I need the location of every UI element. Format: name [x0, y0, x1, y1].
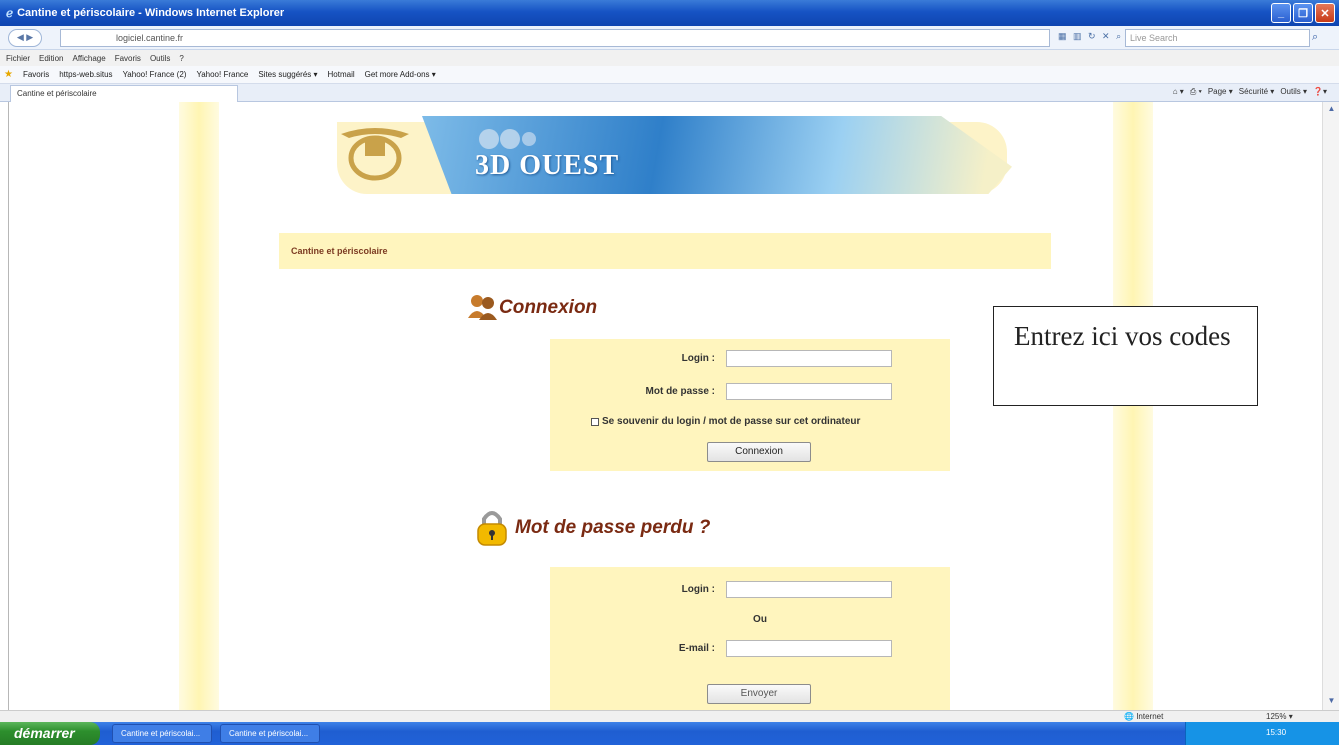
password-input[interactable]: [726, 383, 892, 400]
remember-checkbox-row[interactable]: Se souvenir du login / mot de passe sur …: [591, 416, 860, 427]
search-input[interactable]: Live Search: [1125, 29, 1310, 47]
site-banner: 3D OUEST: [327, 116, 1012, 196]
email-input[interactable]: [726, 640, 892, 657]
company-logo-icon: [341, 128, 409, 181]
taskbar: démarrer Cantine et périscolai... Cantin…: [0, 722, 1339, 745]
zoom-label: 125%: [1266, 712, 1287, 721]
scroll-down-icon[interactable]: ▼: [1323, 696, 1339, 708]
zoom-level[interactable]: 125% ▾: [1266, 712, 1293, 721]
menu-item-affichage[interactable]: Affichage: [72, 54, 105, 63]
taskbar-item-2[interactable]: Cantine et périscolai...: [220, 724, 320, 743]
or-label: Ou: [753, 614, 767, 625]
print-icon[interactable]: ⎙ ▾: [1190, 87, 1202, 97]
maximize-button[interactable]: ❐: [1293, 3, 1313, 23]
favorite-link-5[interactable]: Hotmail: [328, 70, 355, 79]
decor-band-left: [179, 102, 219, 710]
tab-label: Cantine et périscolaire: [17, 89, 97, 98]
menu-bar: Fichier Edition Affichage Favoris Outils…: [0, 50, 1339, 66]
window-titlebar: ℯ Cantine et périscolaire - Windows Inte…: [0, 0, 1339, 26]
cmd-security[interactable]: Sécurité ▾: [1239, 87, 1275, 97]
cmd-tools[interactable]: Outils ▾: [1280, 87, 1307, 97]
favorite-link-6[interactable]: Get more Add-ons ▾: [365, 70, 436, 79]
taskbar-item-label: Cantine et périscolai...: [229, 729, 309, 738]
lost-login-label: Login :: [681, 584, 715, 595]
cmd-page[interactable]: Page ▾: [1208, 87, 1233, 97]
address-toolbar: ◀ ▶ logiciel.cantine.fr ▦ ▥ ↻ ✕ ⌕ Live S…: [0, 26, 1339, 50]
banner-circles-icon: [479, 129, 536, 149]
zone-label: Internet: [1136, 712, 1164, 721]
login-label: Login :: [681, 353, 715, 364]
decor-band-right: [1113, 102, 1153, 710]
login-input[interactable]: [726, 350, 892, 367]
window-title: Cantine et périscolaire - Windows Intern…: [17, 7, 285, 19]
app-title: Cantine et périscolaire: [291, 246, 388, 256]
vertical-scrollbar[interactable]: ▲ ▼: [1322, 102, 1339, 710]
taskbar-item-label: Cantine et périscolai...: [121, 729, 201, 738]
annotation-note: Entrez ici vos codes: [993, 306, 1258, 406]
menu-item-help[interactable]: ?: [179, 54, 183, 63]
envoyer-button[interactable]: Envoyer: [707, 684, 811, 704]
status-bar: 🌐 Internet 125% ▾: [0, 710, 1339, 722]
close-button[interactable]: ✕: [1315, 3, 1335, 23]
menu-item-outils[interactable]: Outils: [150, 54, 170, 63]
app-title-bar: Cantine et périscolaire: [279, 233, 1051, 269]
address-tools-icons[interactable]: ▦ ▥ ↻ ✕ ⌕: [1058, 31, 1123, 42]
remember-label: Se souvenir du login / mot de passe sur …: [602, 416, 861, 427]
taskbar-item-1[interactable]: Cantine et périscolai...: [112, 724, 212, 743]
password-label: Mot de passe :: [645, 386, 715, 397]
address-url: logiciel.cantine.fr: [116, 33, 184, 43]
minimize-button[interactable]: _: [1271, 3, 1291, 23]
connexion-title: Connexion: [499, 297, 598, 318]
lost-password-title: Mot de passe perdu ?: [515, 517, 711, 538]
status-zone: 🌐 Internet: [1124, 712, 1164, 721]
lost-password-form: Login : Ou E-mail : Envoyer: [550, 567, 950, 710]
command-bar: ⌂ ▾ ⎙ ▾ Page ▾ Sécurité ▾ Outils ▾ ❓▾: [1173, 87, 1327, 97]
ie-logo-icon: ℯ: [6, 6, 14, 20]
menu-item-edition[interactable]: Edition: [39, 54, 63, 63]
page-content: 3D OUEST Cantine et périscolaire Connexi…: [8, 102, 1322, 710]
system-tray: 15:30: [1185, 722, 1339, 745]
search-placeholder: Live Search: [1130, 33, 1178, 43]
help-icon[interactable]: ❓▾: [1313, 87, 1327, 97]
clock: 15:30: [1266, 728, 1287, 737]
login-form: Login : Mot de passe : Se souvenir du lo…: [550, 339, 950, 471]
menu-item-fichier[interactable]: Fichier: [6, 54, 30, 63]
connexion-button[interactable]: Connexion: [707, 442, 811, 462]
favorite-link-4[interactable]: Sites suggérés ▾: [258, 70, 317, 79]
address-input[interactable]: logiciel.cantine.fr: [60, 29, 1050, 47]
favorite-link-2[interactable]: Yahoo! France (2): [123, 70, 187, 79]
users-icon: [468, 295, 497, 320]
favorites-button[interactable]: Favoris: [23, 70, 49, 79]
padlock-icon: [477, 511, 507, 546]
menu-item-favoris[interactable]: Favoris: [115, 54, 141, 63]
favorites-bar: ★ Favoris https-web.situs Yahoo! France …: [0, 66, 1339, 84]
tab-bar: Cantine et périscolaire ⌂ ▾ ⎙ ▾ Page ▾ S…: [0, 84, 1339, 102]
start-label: démarrer: [14, 725, 75, 741]
remember-checkbox[interactable]: [591, 417, 599, 426]
home-icon[interactable]: ⌂ ▾: [1173, 87, 1184, 97]
back-forward-icon[interactable]: ◀ ▶: [8, 28, 42, 47]
scroll-up-icon[interactable]: ▲: [1323, 104, 1339, 116]
lost-login-input[interactable]: [726, 581, 892, 598]
email-label: E-mail :: [678, 643, 715, 654]
favorite-link-1[interactable]: https-web.situs: [59, 70, 112, 79]
favorite-link-3[interactable]: Yahoo! France: [196, 70, 248, 79]
tab-cantine[interactable]: Cantine et périscolaire: [10, 85, 238, 102]
banner-text: 3D OUEST: [475, 150, 620, 181]
search-icon[interactable]: ⌕: [1312, 31, 1318, 44]
favorites-star-icon[interactable]: ★: [4, 69, 13, 80]
start-button[interactable]: démarrer: [0, 722, 100, 745]
